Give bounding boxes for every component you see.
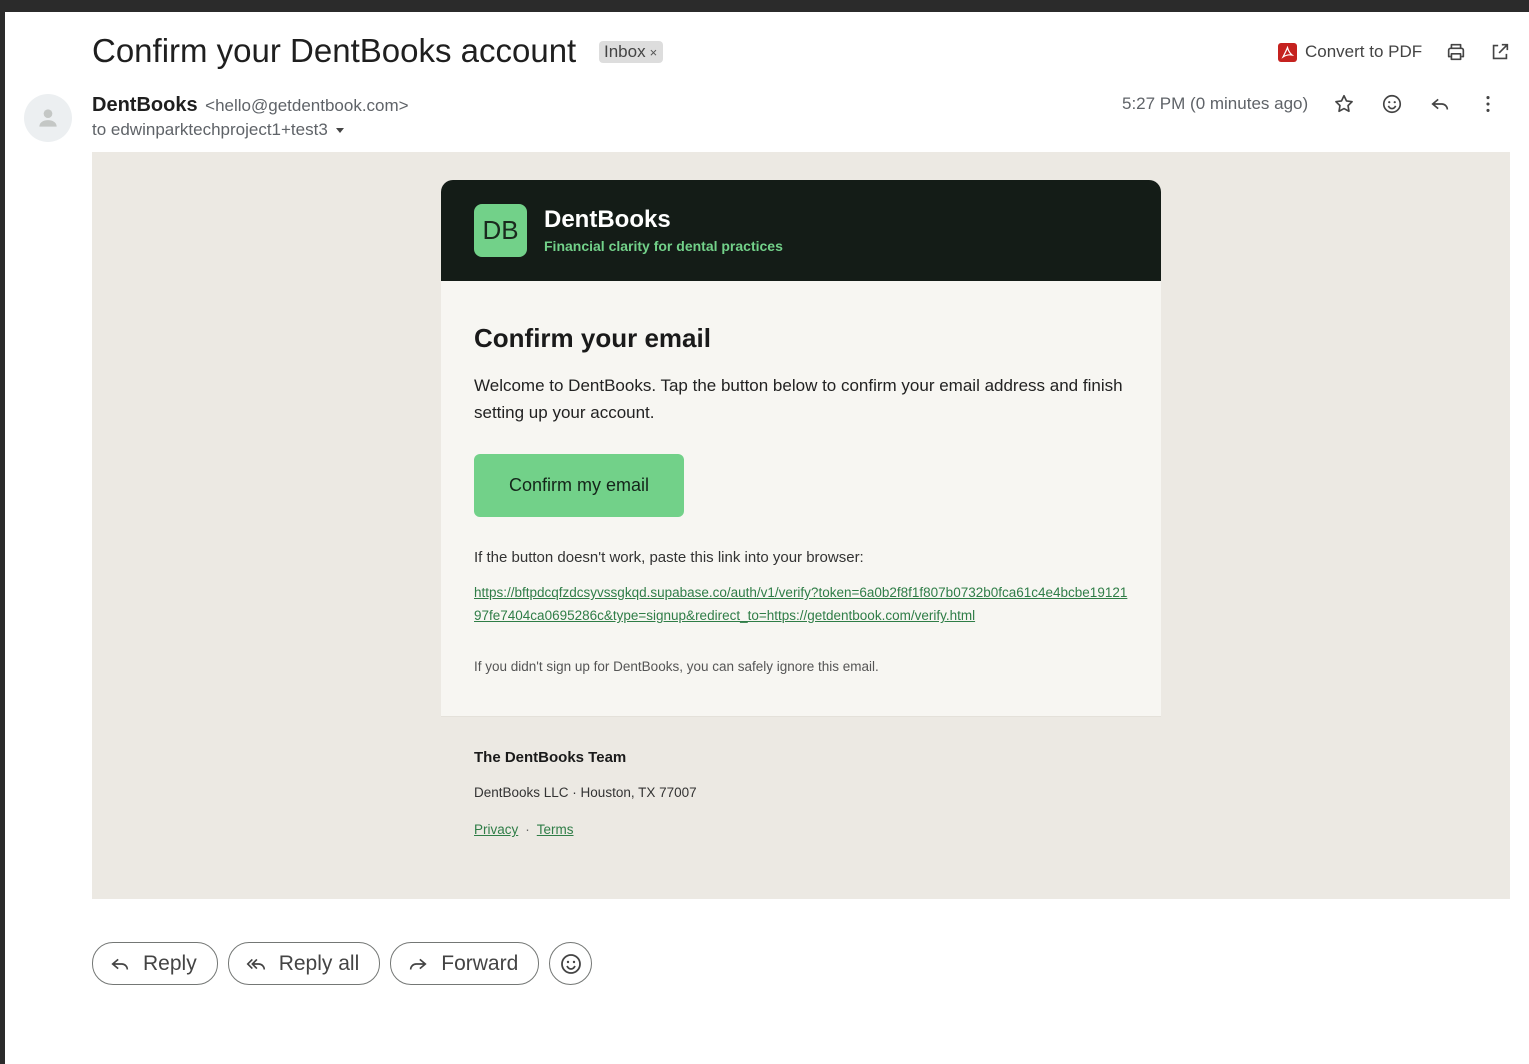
- link-separator: ·: [525, 822, 530, 837]
- content-heading: Confirm your email: [474, 323, 711, 353]
- email-header: DB DentBooks Financial clarity for denta…: [441, 180, 1161, 281]
- emoji-reaction-button[interactable]: [549, 942, 593, 985]
- dropdown-icon: [335, 128, 344, 133]
- pdf-icon: [1278, 42, 1297, 62]
- top-actions: Convert to PDF: [1278, 40, 1512, 64]
- fallback-text: If the button doesn't work, paste this l…: [474, 549, 864, 566]
- message-actions: 5:27 PM (0 minutes ago): [1122, 92, 1500, 116]
- ignore-note: If you didn't sign up for DentBooks, you…: [474, 659, 879, 674]
- reply-label: Reply: [143, 951, 197, 975]
- email-body-frame: DB DentBooks Financial clarity for denta…: [92, 152, 1510, 899]
- brand-tagline: Financial clarity for dental practices: [544, 238, 783, 254]
- convert-to-pdf-label: Convert to PDF: [1305, 42, 1423, 61]
- email-card: DB DentBooks Financial clarity for denta…: [441, 180, 1161, 717]
- convert-to-pdf-button[interactable]: Convert to PDF: [1278, 42, 1422, 62]
- brand-logo: DB: [474, 204, 527, 257]
- recipient-line[interactable]: to edwinparktechproject1+test3: [92, 120, 346, 140]
- received-time: 5:27 PM (0 minutes ago): [1122, 94, 1309, 113]
- forward-button[interactable]: Forward: [390, 942, 540, 985]
- avatar-icon: [39, 109, 57, 127]
- reply-all-button[interactable]: Reply all: [227, 942, 381, 985]
- avatar[interactable]: [24, 94, 72, 142]
- footer-links: Privacy · Terms: [474, 822, 574, 837]
- email-subject: Confirm your DentBooks account: [92, 32, 577, 69]
- sender-name[interactable]: DentBooks: [92, 94, 198, 116]
- reply-all-icon: [246, 958, 265, 970]
- more-vert-icon[interactable]: [1476, 92, 1500, 116]
- open-new-window-icon[interactable]: [1488, 40, 1512, 64]
- inbox-label-chip[interactable]: Inbox ×: [599, 41, 664, 63]
- sender-email: <hello@getdentbook.com>: [205, 96, 409, 115]
- recipient-text: to edwinparktechproject1+test3: [92, 120, 328, 139]
- reply-all-label: Reply all: [278, 951, 360, 975]
- reply-actions: Reply Reply all Forward: [92, 942, 593, 985]
- company-address: DentBooks LLC · Houston, TX 77007: [474, 785, 697, 800]
- reply-icon: [111, 958, 129, 970]
- email-content: Confirm your email Welcome to DentBooks.…: [441, 281, 1161, 717]
- sender-line: DentBooks <hello@getdentbook.com>: [92, 94, 409, 117]
- inbox-label-text: Inbox: [604, 42, 646, 61]
- verify-link[interactable]: https://bftpdcqfzdcsyvssgkqd.supabase.co…: [474, 581, 1134, 627]
- emoji-icon[interactable]: [1380, 92, 1404, 116]
- reply-icon[interactable]: [1428, 92, 1452, 116]
- reply-button[interactable]: Reply: [92, 942, 218, 985]
- star-icon[interactable]: [1332, 92, 1356, 116]
- brand-name: DentBooks: [544, 206, 671, 233]
- team-signature: The DentBooks Team: [474, 749, 627, 766]
- terms-link[interactable]: Terms: [537, 822, 574, 837]
- print-icon[interactable]: [1444, 40, 1468, 64]
- window-top-bar: [0, 0, 1529, 12]
- window-left-edge: [0, 0, 5, 1064]
- confirm-email-button[interactable]: Confirm my email: [474, 454, 684, 517]
- emoji-icon: [560, 953, 581, 974]
- intro-text: Welcome to DentBooks. Tap the button bel…: [474, 376, 1123, 422]
- forward-icon: [410, 958, 427, 970]
- forward-label: Forward: [441, 951, 519, 975]
- privacy-link[interactable]: Privacy: [474, 822, 518, 837]
- remove-label-icon[interactable]: ×: [650, 45, 658, 60]
